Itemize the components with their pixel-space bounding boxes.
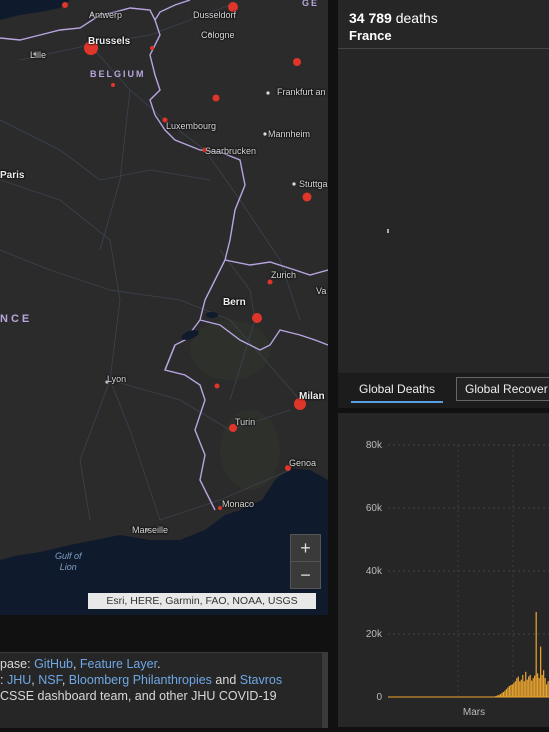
chart-bar[interactable]	[520, 679, 522, 697]
stavros-link[interactable]: Stavros	[240, 673, 282, 687]
chart-bar[interactable]	[502, 691, 504, 697]
chart-bar[interactable]	[516, 678, 518, 697]
city-label-paris: Paris	[0, 170, 25, 181]
deaths-count-value: 34 789	[349, 10, 392, 26]
chart-bar[interactable]	[523, 681, 525, 697]
info-support-label: :	[0, 673, 7, 687]
nsf-link[interactable]: NSF	[38, 673, 62, 687]
chart-bar[interactable]	[505, 689, 507, 697]
deaths-count: 34 789 deaths	[349, 10, 438, 26]
chart-bar[interactable]	[535, 611, 537, 697]
city-label-cologne: Cologne	[201, 30, 235, 40]
city-label-lille: Lille	[30, 50, 47, 60]
info-and: and	[211, 673, 240, 687]
chart-bar[interactable]	[514, 681, 516, 697]
chart-bar[interactable]	[526, 679, 528, 697]
chart-panel: 80k 60k 40k 20k 0 Mars	[338, 413, 549, 727]
chart-bar[interactable]	[519, 681, 521, 697]
chart-bar[interactable]	[537, 673, 539, 697]
chart-bar[interactable]	[543, 670, 545, 697]
chart-bar[interactable]	[534, 675, 536, 697]
deaths-header: 34 789 deaths France	[338, 0, 549, 49]
chart-bar[interactable]	[508, 685, 510, 697]
country-label-germany: GE	[302, 0, 320, 8]
info-source-label: pase:	[0, 657, 35, 671]
city-label-frankfurt: Frankfurt an	[277, 87, 326, 97]
map-view[interactable]: Antwerp Dusseldorf Brussels Cologne Lill…	[0, 0, 328, 615]
city-label-mannheim: Mannheim	[268, 129, 311, 139]
deaths-location: France	[349, 28, 392, 43]
column-gap	[328, 0, 338, 727]
x-tick-label: Mars	[463, 707, 485, 718]
city-label-antwerp: Antwerp	[89, 10, 123, 20]
info-line-1: pase: GitHub, Feature Layer.	[0, 656, 282, 672]
bloomberg-link[interactable]: Bloomberg Philanthropies	[69, 673, 212, 687]
city-label-milan: Milan	[299, 391, 325, 402]
chart-bar[interactable]	[501, 692, 503, 697]
city-label-monaco: Monaco	[222, 499, 255, 509]
chart-bar[interactable]	[511, 684, 513, 697]
chart-bar[interactable]	[510, 685, 512, 697]
city-label-bern: Bern	[223, 297, 246, 308]
chart-bar[interactable]	[504, 690, 506, 697]
chart-bar[interactable]	[546, 684, 548, 697]
chart-bar[interactable]	[531, 680, 533, 697]
info-line-2: : JHU, NSF, Bloomberg Philanthropies and…	[0, 672, 282, 688]
chart-bar[interactable]	[532, 678, 534, 697]
jhu-link[interactable]: JHU	[7, 673, 31, 687]
y-tick-label: 60k	[366, 503, 383, 514]
y-tick-label: 80k	[366, 440, 383, 451]
zoom-control: + −	[290, 534, 321, 589]
chart-bar[interactable]	[522, 674, 524, 697]
feature-layer-link[interactable]: Feature Layer	[80, 657, 157, 671]
city-label-brussels: Brussels	[88, 36, 131, 47]
zoom-out-button[interactable]: −	[291, 562, 320, 588]
city-label-turin: Turin	[235, 417, 256, 427]
city-label-marseille: Marseille	[132, 525, 169, 535]
sea-label-gulf-of-lion: Gulf of Lion	[55, 551, 82, 572]
info-comma: ,	[72, 657, 80, 671]
chart-bar[interactable]	[517, 676, 519, 697]
chart-bar[interactable]	[525, 671, 527, 697]
info-line-3: CSSE dashboard team, and other JHU COVID…	[0, 689, 277, 703]
map-attribution: Esri, HERE, Garmin, FAO, NOAA, USGS	[88, 593, 316, 609]
info-comma: ,	[61, 673, 69, 687]
bar-chart: 80k 60k 40k 20k 0 Mars	[366, 440, 549, 718]
panel-gap	[0, 615, 336, 652]
tab-global-deaths[interactable]: Global Deaths	[351, 377, 444, 403]
city-label-saarbrucken: Saarbrucken	[205, 146, 257, 156]
list-marker	[387, 229, 389, 233]
chart-bar[interactable]	[538, 678, 540, 697]
tab-bar: Global Deaths Global Recover	[338, 373, 549, 408]
tab-global-recovered[interactable]: Global Recover	[456, 377, 549, 401]
deaths-count-suffix: deaths	[391, 10, 438, 26]
chart-bar[interactable]	[528, 676, 530, 697]
city-label-vaduz: Va	[316, 286, 327, 296]
deaths-panel: 34 789 deaths France	[338, 0, 549, 408]
city-label-genoa: Genoa	[289, 458, 317, 468]
city-label-lyon: Lyon	[107, 374, 127, 384]
info-panel: pase: GitHub, Feature Layer. : JHU, NSF,…	[0, 652, 328, 728]
chart-bar[interactable]	[541, 674, 543, 697]
info-period: .	[157, 657, 161, 671]
country-label-belgium: BELGIUM	[90, 69, 146, 79]
city-label-stuttgart: Stuttga	[299, 179, 328, 189]
chart-bar[interactable]	[529, 674, 531, 697]
y-tick-label: 0	[376, 692, 382, 703]
chart-bar[interactable]	[513, 682, 515, 697]
y-tick-label: 40k	[366, 566, 383, 577]
chart-bar[interactable]	[540, 646, 542, 697]
zoom-in-button[interactable]: +	[291, 535, 320, 561]
city-label-luxembourg: Luxembourg	[166, 121, 217, 131]
chart-bar[interactable]	[507, 687, 509, 697]
city-label-zurich: Zurich	[271, 270, 297, 280]
y-tick-label: 20k	[366, 629, 383, 640]
github-link[interactable]: GitHub	[34, 657, 73, 671]
city-label-dusseldorf: Dusseldorf	[193, 10, 237, 20]
chart-bar[interactable]	[544, 678, 546, 697]
country-label-france: NCE	[0, 313, 33, 325]
